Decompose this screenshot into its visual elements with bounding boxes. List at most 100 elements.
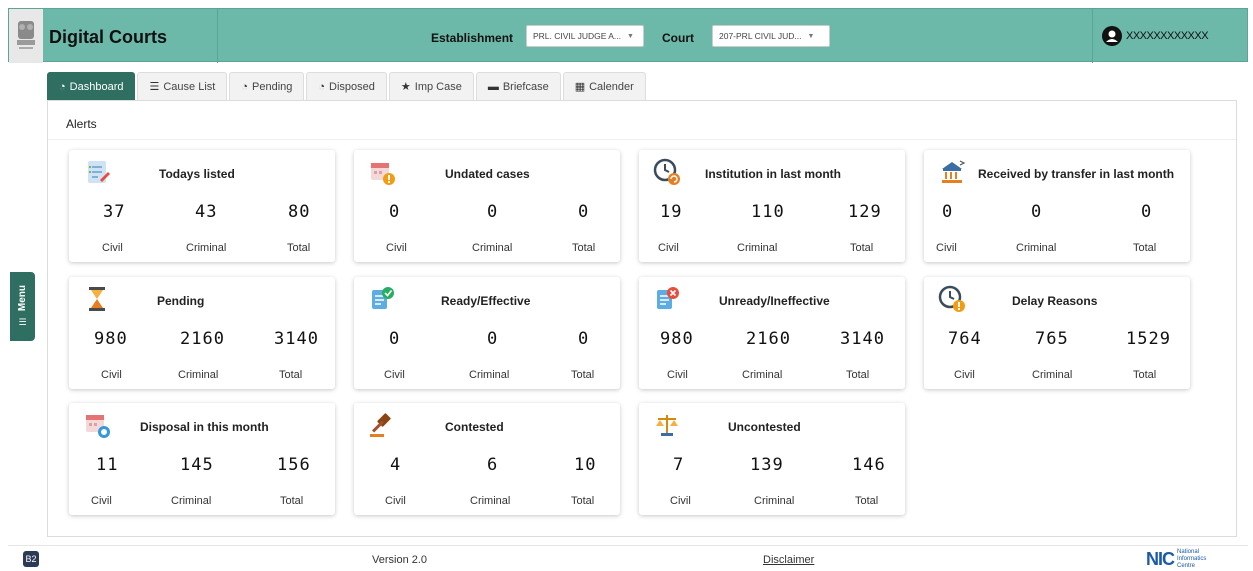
- court-transfer-icon: [942, 160, 966, 183]
- civil-count: 764: [948, 329, 982, 349]
- civil-count: 0: [389, 202, 401, 222]
- civil-count: 37: [103, 202, 126, 222]
- total-label: Total: [287, 242, 311, 254]
- tab-cause-list[interactable]: ☰ Cause List: [137, 72, 228, 100]
- alert-card-disposal-this-month[interactable]: Disposal in this month 11 145 156 Civil …: [69, 403, 335, 515]
- total-count: 1529: [1126, 329, 1171, 349]
- app-footer: B2 Version 2.0 Disclaimer NIC National I…: [8, 545, 1248, 571]
- disclaimer-link[interactable]: Disclaimer: [763, 554, 814, 566]
- chevron-down-icon: ▼: [807, 32, 815, 40]
- tab-pending[interactable]: ◔ Pending: [229, 72, 305, 100]
- civil-label: Civil: [954, 369, 975, 381]
- criminal-label: Criminal: [1016, 242, 1057, 254]
- court-label: Court: [662, 31, 694, 45]
- tab-briefcase[interactable]: ▬ Briefcase: [475, 72, 561, 100]
- alert-card-undated-cases[interactable]: Undated cases 0 0 0 Civil Criminal Total: [354, 150, 620, 262]
- civil-count: 980: [660, 329, 694, 349]
- card-title: Unready/Ineffective: [719, 294, 830, 308]
- tab-disposed[interactable]: ◔ Disposed: [306, 72, 387, 100]
- alert-card-institution-last-month[interactable]: Institution in last month 19 110 129 Civ…: [639, 150, 905, 262]
- card-title: Institution in last month: [705, 167, 841, 181]
- civil-label: Civil: [936, 242, 957, 254]
- nic-logo: NIC National Informatics Centre: [1146, 549, 1207, 569]
- nic-logo-text: NIC: [1146, 549, 1175, 569]
- alert-card-delay-reasons[interactable]: Delay Reasons 764 765 1529 Civil Crimina…: [924, 277, 1190, 389]
- alert-card-todays-listed[interactable]: Todays listed 37 43 80 Civil Criminal To…: [69, 150, 335, 262]
- civil-count: 11: [96, 455, 119, 475]
- total-label: Total: [572, 242, 596, 254]
- criminal-label: Criminal: [470, 495, 511, 507]
- total-label: Total: [571, 495, 595, 507]
- criminal-count: 0: [1031, 202, 1043, 222]
- dashboard-icon: ◔: [59, 80, 66, 93]
- criminal-label: Criminal: [754, 495, 795, 507]
- criminal-label: Criminal: [737, 242, 778, 254]
- total-count: 146: [852, 455, 886, 475]
- total-label: Total: [280, 495, 304, 507]
- document-cross-icon: [657, 287, 679, 309]
- criminal-label: Criminal: [178, 369, 219, 381]
- star-icon: ★: [400, 81, 411, 93]
- user-name[interactable]: XXXXXXXXXXXX: [1126, 30, 1209, 42]
- card-title: Contested: [445, 420, 504, 434]
- total-count: 80: [288, 202, 311, 222]
- establishment-label: Establishment: [431, 31, 514, 45]
- total-label: Total: [1133, 369, 1157, 381]
- app-header: Digital Courts Establishment PRL. CIVIL …: [8, 8, 1248, 63]
- criminal-count: 0: [487, 202, 499, 222]
- criminal-label: Criminal: [472, 242, 513, 254]
- list-icon: ☰: [149, 81, 160, 93]
- side-menu-toggle[interactable]: Menu ☰: [10, 272, 35, 341]
- civil-count: 980: [94, 329, 128, 349]
- hamburger-icon: ☰: [18, 317, 27, 328]
- alert-card-pending[interactable]: Pending 980 2160 3140 Civil Criminal Tot…: [69, 277, 335, 389]
- tab-calender[interactable]: ▦ Calender: [562, 72, 646, 100]
- user-avatar-icon[interactable]: [1102, 26, 1122, 46]
- civil-label: Civil: [658, 242, 679, 254]
- card-title: Delay Reasons: [1012, 294, 1098, 308]
- criminal-count: 139: [750, 455, 784, 475]
- criminal-label: Criminal: [1032, 369, 1073, 381]
- dashboard-icon: ◔: [318, 80, 326, 93]
- total-label: Total: [846, 369, 870, 381]
- criminal-count: 6: [487, 455, 499, 475]
- card-title: Uncontested: [728, 420, 801, 434]
- civil-label: Civil: [91, 495, 112, 507]
- nav-tabs: ◔ Dashboard ☰ Cause List ◔ Pending ◔ Dispose…: [47, 72, 648, 100]
- card-title: Pending: [157, 294, 205, 308]
- alert-card-ready-effective[interactable]: Ready/Effective 0 0 0 Civil Criminal Tot…: [354, 277, 620, 389]
- criminal-count: 765: [1035, 329, 1069, 349]
- card-title: Received by transfer in last month: [978, 167, 1175, 181]
- dashboard-icon: ◔: [241, 80, 248, 93]
- total-count: 0: [578, 329, 590, 349]
- tab-imp-case[interactable]: ★ Imp Case: [388, 72, 474, 100]
- civil-count: 19: [660, 202, 683, 222]
- establishment-select[interactable]: PRL. CIVIL JUDGE A... ▼: [526, 25, 644, 47]
- total-count: 156: [277, 455, 311, 475]
- total-label: Total: [279, 369, 303, 381]
- card-title: Disposal in this month: [140, 420, 269, 434]
- emblem-logo: [9, 9, 43, 63]
- tab-dashboard[interactable]: ◔ Dashboard: [47, 72, 136, 100]
- alert-card-uncontested[interactable]: Uncontested 7 139 146 Civil Criminal Tot…: [639, 403, 905, 515]
- card-title: Undated cases: [445, 167, 530, 181]
- criminal-count: 2160: [180, 329, 225, 349]
- alert-card-unready-ineffective[interactable]: Unready/Ineffective 980 2160 3140 Civil …: [639, 277, 905, 389]
- alert-card-received-by-transfer[interactable]: Received by transfer in last month 0 0 0…: [924, 150, 1190, 262]
- civil-label: Civil: [386, 242, 407, 254]
- calendar-clock-icon: [86, 415, 110, 438]
- briefcase-icon: ▬: [487, 80, 499, 93]
- total-label: Total: [855, 495, 879, 507]
- card-title: Ready/Effective: [441, 294, 531, 308]
- hourglass-icon: [89, 287, 105, 311]
- criminal-count: 2160: [746, 329, 791, 349]
- clock-warning-icon: [938, 285, 965, 312]
- menu-label: Menu: [17, 284, 28, 312]
- criminal-label: Criminal: [171, 495, 212, 507]
- alert-card-contested[interactable]: Contested 4 6 10 Civil Criminal Total: [354, 403, 620, 515]
- gavel-icon: [370, 413, 391, 437]
- civil-label: Civil: [102, 242, 123, 254]
- total-count: 3140: [274, 329, 319, 349]
- scales-icon: [656, 415, 678, 436]
- court-select[interactable]: 207-PRL CIVIL JUD... ▼: [712, 25, 830, 47]
